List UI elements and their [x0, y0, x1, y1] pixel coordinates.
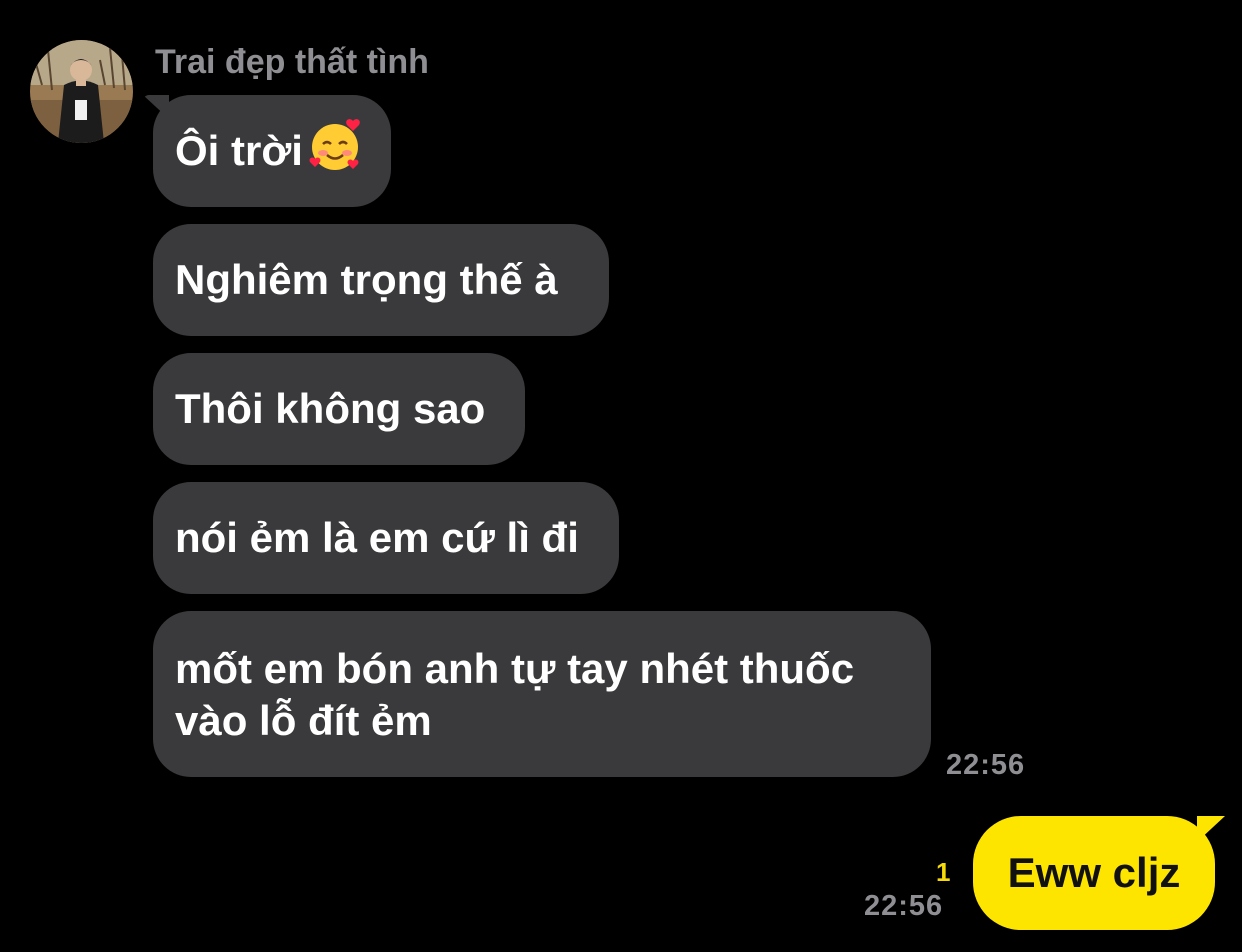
avatar-photo — [30, 40, 133, 143]
message-text-line-1: mốt em bón anh tự tay nhét thuốc — [175, 645, 855, 692]
incoming-timestamp: 22:56 — [946, 749, 1026, 781]
outgoing-timestamp: 22:56 — [864, 890, 944, 922]
message-text: nói ẻm là em cứ lì đi — [175, 514, 579, 561]
incoming-message[interactable]: Thôi không sao — [153, 353, 525, 465]
incoming-message[interactable]: Nghiêm trọng thế à — [153, 224, 609, 336]
incoming-message[interactable]: nói ẻm là em cứ lì đi — [153, 482, 619, 594]
incoming-message[interactable]: Ôi trời — [153, 95, 391, 207]
smiling-face-with-hearts-icon — [307, 117, 363, 185]
message-text: Thôi không sao — [175, 385, 486, 432]
message-text: Nghiêm trọng thế à — [175, 256, 558, 303]
incoming-message[interactable]: mốt em bón anh tự tay nhét thuốc vào lỗ … — [153, 611, 931, 777]
message-text: Eww cljz — [1007, 849, 1181, 896]
outgoing-message[interactable]: Eww cljz — [973, 816, 1215, 930]
message-text: Ôi trời — [175, 127, 303, 174]
message-text-line-2: vào lỗ đít ẻm — [175, 697, 432, 744]
sender-name: Trai đẹp thất tình — [155, 43, 429, 81]
sender-avatar[interactable] — [30, 40, 133, 143]
unread-count: 1 — [936, 857, 951, 887]
